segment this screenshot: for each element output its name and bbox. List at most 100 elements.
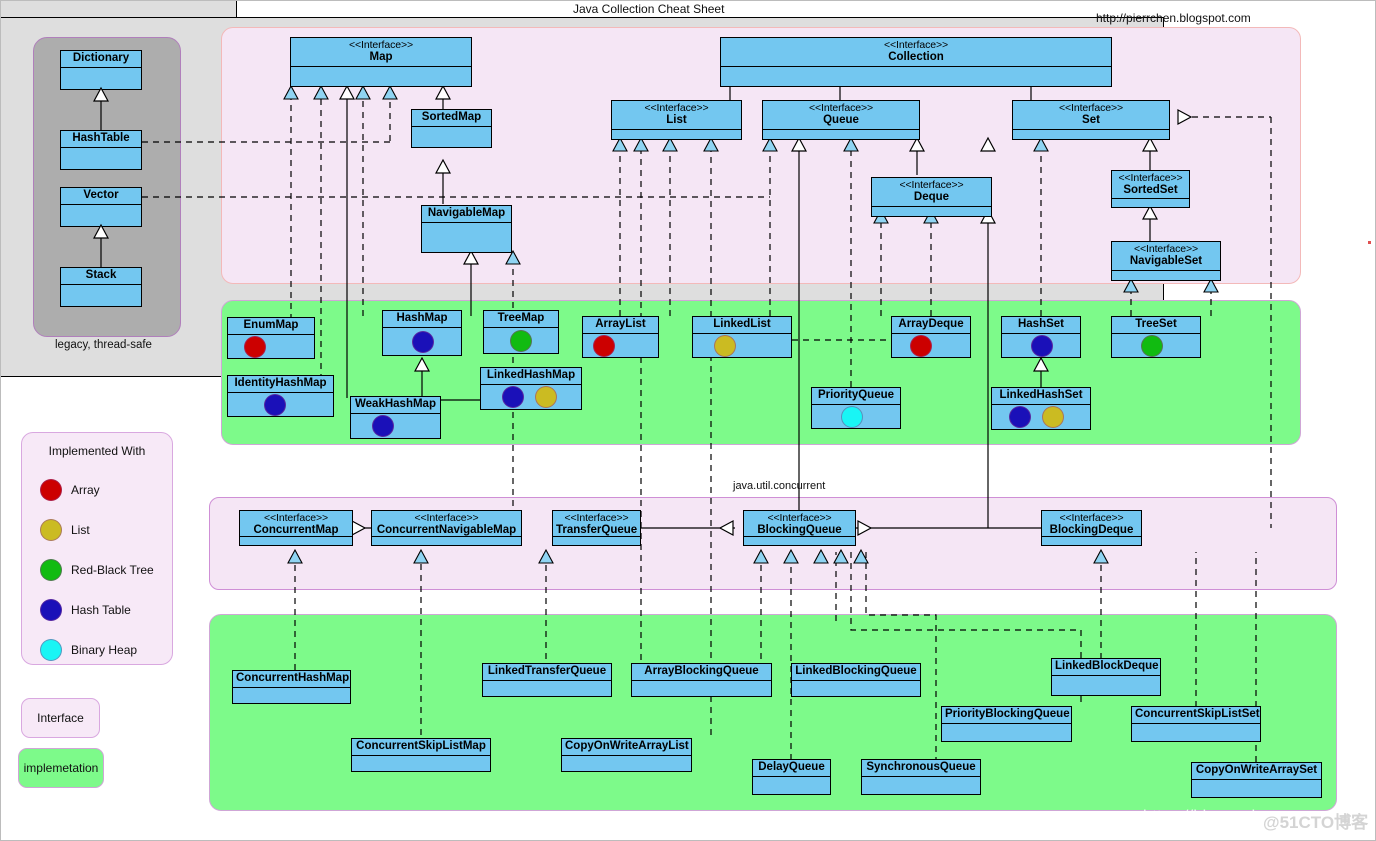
class-priorityqueue[interactable]: PriorityQueue — [811, 387, 901, 429]
interface-blockingqueue[interactable]: <<Interface>> BlockingQueue — [743, 510, 856, 546]
watermark-51cto: @51CTO博客 — [1263, 813, 1369, 832]
class-delayqueue[interactable]: DelayQueue — [752, 759, 831, 795]
interface-collection[interactable]: <<Interface>> Collection — [720, 37, 1112, 87]
class-name: PriorityBlockingQueue — [942, 707, 1071, 725]
page-title: Java Collection Cheat Sheet — [573, 2, 725, 16]
class-concurrentskiplistset[interactable]: ConcurrentSkipListSet — [1131, 706, 1261, 742]
class-arrayblockingqueue[interactable]: ArrayBlockingQueue — [631, 663, 772, 697]
interface-deque[interactable]: <<Interface>> Deque — [871, 177, 992, 217]
interface-concurrentmap[interactable]: <<Interface>> ConcurrentMap — [239, 510, 353, 546]
class-name: CopyOnWriteArrayList — [562, 739, 691, 757]
class-linkedhashset[interactable]: LinkedHashSet — [991, 387, 1091, 430]
interface-navigableset[interactable]: <<Interface>> NavigableSet — [1111, 241, 1221, 281]
impl-dot-list — [1042, 406, 1064, 429]
class-body — [1192, 780, 1321, 797]
class-dictionary[interactable]: Dictionary — [60, 50, 142, 90]
class-hashmap[interactable]: HashMap — [382, 310, 462, 356]
class-body — [753, 777, 830, 794]
stereotype-label: <<Interface>> — [564, 512, 629, 524]
stereotype-label: <<Interface>> — [883, 39, 949, 51]
class-treeset[interactable]: TreeSet — [1111, 316, 1201, 358]
class-name: ConcurrentNavigableMap — [376, 524, 517, 537]
class-stack[interactable]: Stack — [60, 267, 142, 307]
class-name: ConcurrentSkipListMap — [352, 739, 490, 757]
interface-queue[interactable]: <<Interface>> Queue — [762, 100, 920, 140]
legend-item-list: List — [40, 519, 90, 541]
impl-dot-hash-table — [502, 386, 524, 409]
class-identityhashmap[interactable]: IdentityHashMap — [227, 375, 334, 417]
class-body — [61, 205, 141, 226]
class-linkedblockdeque[interactable]: LinkedBlockDeque — [1051, 658, 1161, 696]
legend-item-hash-table: Hash Table — [40, 599, 131, 621]
class-linkedhashmap[interactable]: LinkedHashMap — [480, 367, 582, 410]
class-treemap[interactable]: TreeMap — [483, 310, 559, 354]
class-body — [1052, 676, 1160, 695]
class-synchronousqueue[interactable]: SynchronousQueue — [861, 759, 981, 795]
class-body — [1132, 724, 1260, 741]
class-body — [233, 688, 350, 703]
legend-title: Implemented With — [48, 444, 146, 458]
class-concurrentskiplistmap[interactable]: ConcurrentSkipListMap — [351, 738, 491, 772]
class-name: LinkedList — [693, 317, 791, 335]
class-enummap[interactable]: EnumMap — [227, 317, 315, 359]
class-copyonwritearrayset[interactable]: CopyOnWriteArraySet — [1191, 762, 1322, 798]
source-url: http://pierrchen.blogspot.com — [1096, 11, 1251, 25]
stereotype-label: <<Interface>> — [348, 39, 414, 51]
impl-dot-list — [714, 334, 736, 357]
interface-blockingdeque[interactable]: <<Interface>> BlockingDeque — [1041, 510, 1142, 546]
class-body — [422, 223, 511, 252]
legend-panel: Implemented With Array List Red-Black Tr… — [21, 432, 173, 665]
stereotype-label: <<Interface>> — [1118, 172, 1183, 184]
stereotype-label: <<Interface>> — [1059, 512, 1124, 524]
impl-dot-array — [244, 335, 266, 358]
circle-icon — [40, 479, 62, 501]
class-header: <<Interface>> TransferQueue — [553, 511, 640, 537]
class-vector[interactable]: Vector — [60, 187, 142, 227]
class-name: NavigableMap — [422, 206, 511, 224]
class-body — [562, 756, 691, 771]
class-body — [892, 334, 970, 357]
interface-navigablemap[interactable]: NavigableMap — [421, 205, 512, 253]
class-hashset[interactable]: HashSet — [1001, 316, 1081, 358]
class-name: EnumMap — [228, 318, 314, 336]
class-header: <<Interface>> Map — [291, 38, 471, 68]
interface-transferqueue[interactable]: <<Interface>> TransferQueue — [552, 510, 641, 546]
class-name: HashTable — [61, 131, 141, 149]
interface-sortedmap[interactable]: SortedMap — [411, 109, 492, 148]
class-name: PriorityQueue — [812, 388, 900, 406]
legend-item-array: Array — [40, 479, 100, 501]
class-weakhashmap[interactable]: WeakHashMap — [350, 396, 441, 439]
class-linkedblockingqueue[interactable]: LinkedBlockingQueue — [791, 663, 921, 697]
stereotype-label: <<Interface>> — [899, 179, 964, 191]
impl-dot-hash-table — [412, 330, 434, 353]
class-body — [61, 148, 141, 169]
impl-dot-hash-table — [1031, 334, 1053, 357]
class-linkedlist[interactable]: LinkedList — [692, 316, 792, 358]
class-arraylist[interactable]: ArrayList — [582, 316, 659, 358]
interface-list[interactable]: <<Interface>> List — [611, 100, 742, 140]
stereotype-label: <<Interface>> — [414, 512, 479, 524]
class-arraydeque[interactable]: ArrayDeque — [891, 316, 971, 358]
class-name: SynchronousQueue — [862, 760, 980, 778]
legend-label: Array — [71, 483, 100, 497]
impl-dot-list — [535, 386, 557, 409]
class-name: Stack — [61, 268, 141, 286]
class-copyonwritearraylist[interactable]: CopyOnWriteArrayList — [561, 738, 692, 772]
impl-dot-array — [910, 334, 932, 357]
class-header: <<Interface>> NavigableSet — [1112, 242, 1220, 272]
interface-map[interactable]: <<Interface>> Map — [290, 37, 472, 87]
interface-set[interactable]: <<Interface>> Set — [1012, 100, 1170, 140]
class-priorityblockingqueue[interactable]: PriorityBlockingQueue — [941, 706, 1072, 742]
interface-concurrentnavigablemap[interactable]: <<Interface>> ConcurrentNavigableMap — [371, 510, 522, 546]
impl-dot-red-black-tree — [1141, 334, 1163, 357]
interface-sortedset[interactable]: <<Interface>> SortedSet — [1111, 170, 1190, 208]
class-linkedtransferqueue[interactable]: LinkedTransferQueue — [482, 663, 612, 697]
class-body — [240, 537, 352, 545]
class-hashtable[interactable]: HashTable — [60, 130, 142, 170]
class-name: List — [666, 114, 687, 127]
class-name: LinkedBlockDeque — [1052, 659, 1160, 677]
class-name: HashSet — [1002, 317, 1080, 335]
class-body — [372, 537, 521, 545]
class-concurrenthashmap[interactable]: ConcurrentHashMap — [232, 670, 351, 704]
class-body — [812, 405, 900, 428]
